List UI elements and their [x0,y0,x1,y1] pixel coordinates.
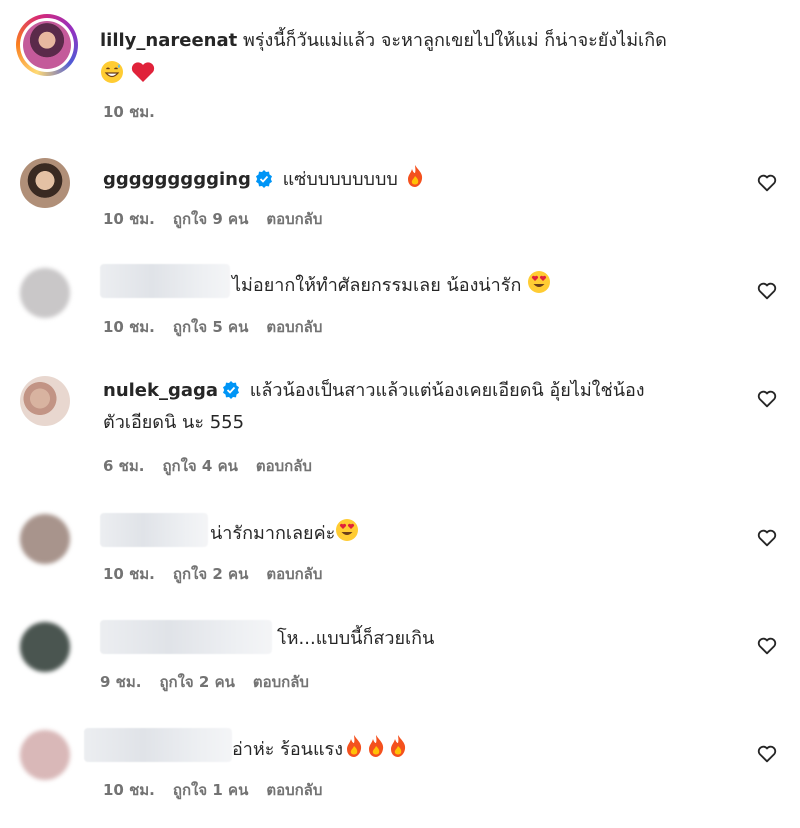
comment-time: 10 ชม. [103,781,155,799]
avatar[interactable] [20,268,70,318]
verified-badge-icon [255,170,272,188]
comment-text: น่ารักมากเลยค่ะ [210,523,336,544]
blurred-username [100,620,272,654]
comment-likes-link[interactable]: ถูกใจ 5 คน [173,318,248,336]
comment-text: โห...แบบนี้ก็สวยเกิน [277,628,435,649]
comment-likes-link[interactable]: ถูกใจ 9 คน [173,210,248,228]
fire-emoji [369,735,384,757]
reply-button[interactable]: ตอบกลับ [266,318,322,336]
comment-time: 10 ชม. [103,565,155,583]
avatar[interactable] [20,158,70,208]
reply-button[interactable]: ตอบกลับ [253,673,309,691]
blurred-username [100,513,208,547]
like-heart-icon[interactable] [756,172,778,194]
comment-time: 10 ชม. [103,103,155,121]
reply-button[interactable]: ตอบกลับ [266,210,322,228]
comment-text: แล้วน้องเป็นสาวแล้วแต่น้องเคยเอียดนิ อุ้… [249,380,645,401]
like-heart-icon[interactable] [756,635,778,657]
fire-emoji [407,165,422,187]
blurred-username [100,264,230,298]
avatar-story-ring[interactable] [16,14,78,76]
verified-badge-icon [223,381,240,399]
comment-text: อ่าห่ะ ร้อนแรง [232,739,344,760]
comment-likes-link[interactable]: ถูกใจ 1 คน [173,781,248,799]
avatar[interactable] [20,730,70,780]
like-heart-icon[interactable] [756,743,778,765]
avatar[interactable] [20,514,70,564]
comment-time: 10 ชม. [103,210,155,228]
comment-likes-link[interactable]: ถูกใจ 2 คน [173,565,248,583]
avatar[interactable] [20,376,70,426]
comment-time: 6 ชม. [103,457,145,475]
like-heart-icon[interactable] [756,527,778,549]
red-heart-emoji [131,62,154,82]
comment-text-line2: ตัวเอียดนิ นะ 555 [103,412,245,433]
comment-time: 10 ชม. [103,318,155,336]
fire-emoji [391,735,406,757]
avatar[interactable] [20,622,70,672]
like-heart-icon[interactable] [756,388,778,410]
comment-text: พรุ่งนี้ก็วันแม่แล้ว จะหาลูกเขยไปให้แม่ … [242,30,667,51]
comment-text: แซ่บบบบบบบบ [282,169,398,190]
grinning-sweat-emoji [101,61,123,83]
comment-username[interactable]: lilly_nareenat [100,30,237,51]
blurred-username [84,728,232,762]
heart-eyes-emoji [528,271,551,293]
comment-time: 9 ชม. [100,673,142,691]
reply-button[interactable]: ตอบกลับ [256,457,312,475]
comment-username[interactable]: ggggggggging [103,169,251,190]
comment-likes-link[interactable]: ถูกใจ 2 คน [159,673,234,691]
fire-emoji [347,735,362,757]
reply-button[interactable]: ตอบกลับ [266,781,322,799]
heart-eyes-emoji [336,519,359,541]
reply-button[interactable]: ตอบกลับ [266,565,322,583]
comment-likes-link[interactable]: ถูกใจ 4 คน [162,457,237,475]
comment-username[interactable]: nulek_gaga [103,380,218,401]
like-heart-icon[interactable] [756,280,778,302]
comment-text: ไม่อยากให้ทำศัลยกรรมเลย น้องน่ารัก [232,275,522,296]
avatar [23,21,71,69]
